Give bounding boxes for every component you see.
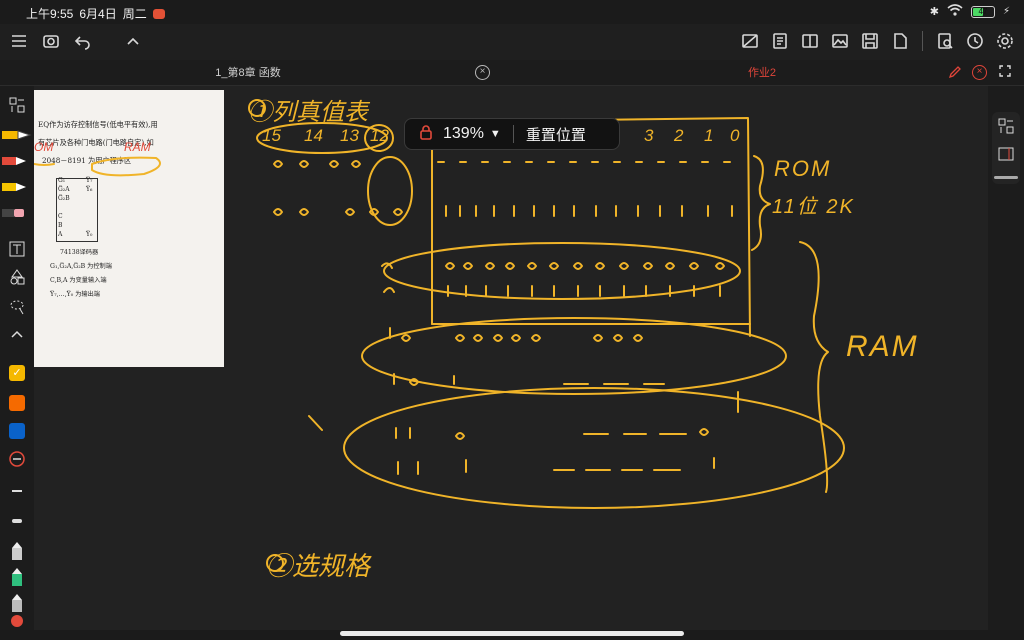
heading-choose-spec: ②选规格 (266, 552, 371, 582)
charging-icon: ⚡ (1002, 6, 1010, 17)
top-toolbar (0, 24, 1024, 60)
document-tabs: 1_第8章 函数 × 作业2 × (0, 60, 1024, 86)
status-weekday: 周二 (122, 7, 147, 21)
eraser-icon[interactable] (0, 202, 34, 224)
swatch (9, 395, 25, 411)
bit-header-2: 2 (674, 126, 684, 145)
bit-header-12: 12 (370, 126, 389, 145)
toolbar-divider (922, 31, 923, 51)
bottom-bar (0, 630, 1024, 640)
close-tab-icon[interactable]: × (475, 65, 490, 80)
stroke-minus-icon[interactable] (6, 448, 28, 470)
stamp-icon[interactable] (6, 610, 28, 632)
save-icon[interactable] (859, 30, 881, 52)
no-pen-icon[interactable] (739, 30, 761, 52)
rom-label: ROM (774, 156, 832, 181)
screen-record-icon (152, 8, 165, 19)
color-swatch-yellow[interactable]: ✓ (6, 362, 28, 384)
text-tool-icon[interactable] (6, 238, 28, 260)
timer-icon[interactable] (964, 30, 986, 52)
status-date: 6月4日 (79, 7, 117, 21)
bit-header-0: 0 (730, 126, 740, 145)
collapse-icon[interactable] (122, 30, 144, 52)
reset-position-button[interactable]: 重置位置 (526, 124, 586, 145)
zoom-dropdown-icon[interactable]: ▼ (490, 128, 501, 140)
bit-header-1: 1 (704, 126, 714, 145)
note-canvas[interactable]: EQ作为访存控制信号(低电平有效),用 有芯片及各种门电路(门电路自定),如 2… (34, 86, 988, 630)
heading-truth-table: ①列真值表 (248, 98, 368, 126)
medium-stroke-icon[interactable] (6, 510, 28, 532)
split-view-icon[interactable] (799, 30, 821, 52)
tab-label: 作业2 (747, 67, 777, 79)
red-pen-icon[interactable] (0, 150, 34, 172)
bit-header-3: 3 (644, 126, 654, 145)
green-marker-icon[interactable] (6, 566, 28, 588)
page-view-icon[interactable] (998, 146, 1014, 167)
color-swatch-blue[interactable] (6, 420, 28, 442)
shapes-tool-icon[interactable] (6, 266, 28, 288)
image-icon[interactable] (829, 30, 851, 52)
tab-label: 1_第8章 函数 (215, 67, 281, 79)
stroke-preview (12, 490, 22, 492)
edit-pencil-icon[interactable] (948, 65, 962, 84)
gear-icon[interactable] (994, 30, 1016, 52)
chevron-up-icon[interactable] (6, 324, 28, 346)
tab-homework2[interactable]: 作业2 (500, 60, 1024, 86)
zoom-indicator[interactable]: 139% ▼ 重置位置 (404, 118, 620, 150)
ram-label: RAM (846, 330, 919, 363)
lock-icon[interactable] (419, 124, 433, 145)
swatch (9, 423, 25, 439)
handwriting-ink (34, 99, 845, 572)
right-rail (988, 86, 1024, 630)
bit-header-14: 14 (304, 126, 323, 145)
menu-icon[interactable] (8, 30, 30, 52)
home-indicator[interactable] (340, 631, 684, 636)
rom-detail: 11位 2K (772, 196, 855, 218)
page-thumbnails-icon[interactable] (998, 118, 1014, 139)
wifi-icon (947, 4, 963, 19)
yellow-pen-icon[interactable] (0, 124, 34, 146)
thin-stroke-icon[interactable] (6, 480, 28, 502)
status-bar: 上午9:55 6月4日 周二 ✱ 47 ⚡ (0, 0, 1024, 24)
close-tab-icon[interactable]: × (972, 65, 987, 80)
notes-icon[interactable] (769, 30, 791, 52)
battery-level: 47 (978, 6, 988, 16)
left-tool-rail: ✓ (0, 86, 34, 630)
status-time: 上午9:55 (26, 7, 74, 21)
battery-indicator: 47 (970, 5, 995, 18)
tab-chapter8[interactable]: 1_第8章 函数 (0, 60, 496, 86)
highlighter-icon[interactable] (0, 176, 34, 198)
color-swatch-orange[interactable] (6, 392, 28, 414)
ram-small-label: RAM (124, 140, 151, 154)
zoom-divider (512, 125, 514, 143)
expand-icon[interactable] (998, 64, 1012, 83)
checked-swatch: ✓ (9, 365, 25, 381)
page-controls (992, 112, 1020, 184)
camera-settings-icon[interactable] (40, 30, 62, 52)
om-small-label: OM (34, 140, 54, 154)
lasso-tool-icon[interactable] (6, 296, 28, 318)
drag-handle[interactable] (994, 176, 1018, 179)
bluetooth-icon: ✱ (929, 6, 939, 18)
stroke-preview (12, 519, 22, 523)
gray-pen-icon[interactable] (6, 540, 28, 562)
zoom-percent: 139% (443, 125, 484, 142)
search-document-icon[interactable] (934, 30, 956, 52)
bit-header-13: 13 (340, 126, 359, 145)
undo-icon[interactable] (72, 30, 94, 52)
select-tool-icon[interactable] (6, 94, 28, 116)
bit-header-15: 15 (262, 126, 281, 145)
page-icon[interactable] (889, 30, 911, 52)
